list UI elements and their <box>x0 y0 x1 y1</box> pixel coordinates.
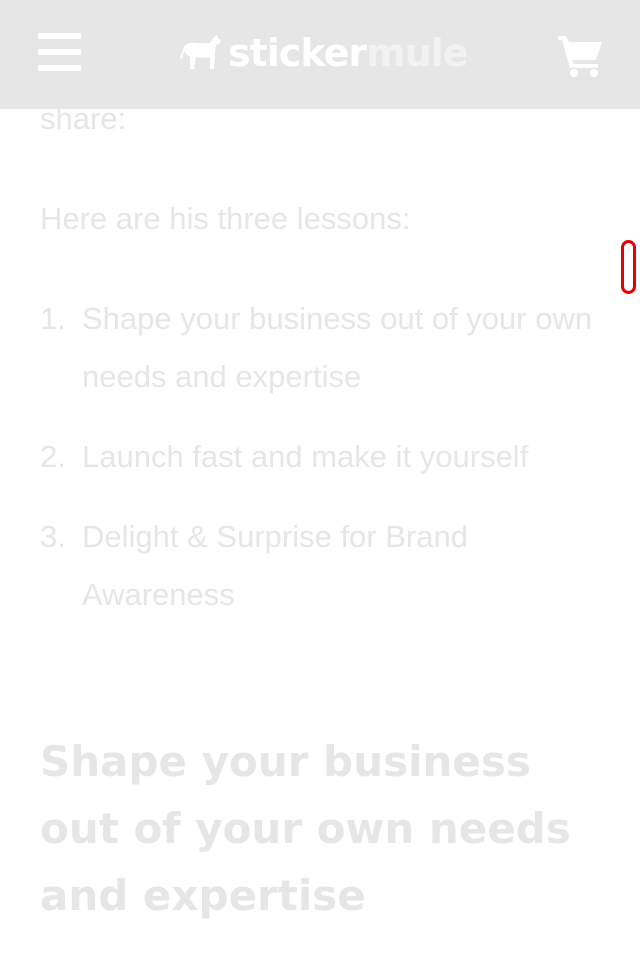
scroll-indicator[interactable] <box>621 240 636 294</box>
lesson-number: 2. <box>40 439 66 474</box>
shopping-cart-icon[interactable] <box>558 34 604 78</box>
logo-text-mule: mule <box>366 31 468 75</box>
lesson-text: Launch fast and make it yourself <box>82 439 529 474</box>
lesson-item-1: 1. Shape your business out of your own n… <box>40 290 600 406</box>
lesson-number: 1. <box>40 301 66 336</box>
section-heading: Shape your business out of your own need… <box>40 737 571 920</box>
lesson-number: 3. <box>40 519 66 554</box>
top-navigation-bar: sticker mule <box>0 0 640 109</box>
lesson-text: Delight & Surprise for Brand Awareness <box>82 519 468 612</box>
lessons-list: 1. Shape your business out of your own n… <box>40 290 600 646</box>
lesson-item-2: 2. Launch fast and make it yourself <box>40 428 600 486</box>
lessons-intro: Here are his three lessons: <box>40 201 411 236</box>
lesson-item-3: 3. Delight & Surprise for Brand Awarenes… <box>40 508 600 624</box>
mule-icon <box>180 35 221 69</box>
logo-text-sticker: sticker <box>228 31 367 75</box>
hamburger-menu-icon[interactable] <box>38 33 81 71</box>
lesson-text: Shape your business out of your own need… <box>82 301 593 394</box>
stickermule-logo[interactable]: sticker mule <box>180 28 469 78</box>
